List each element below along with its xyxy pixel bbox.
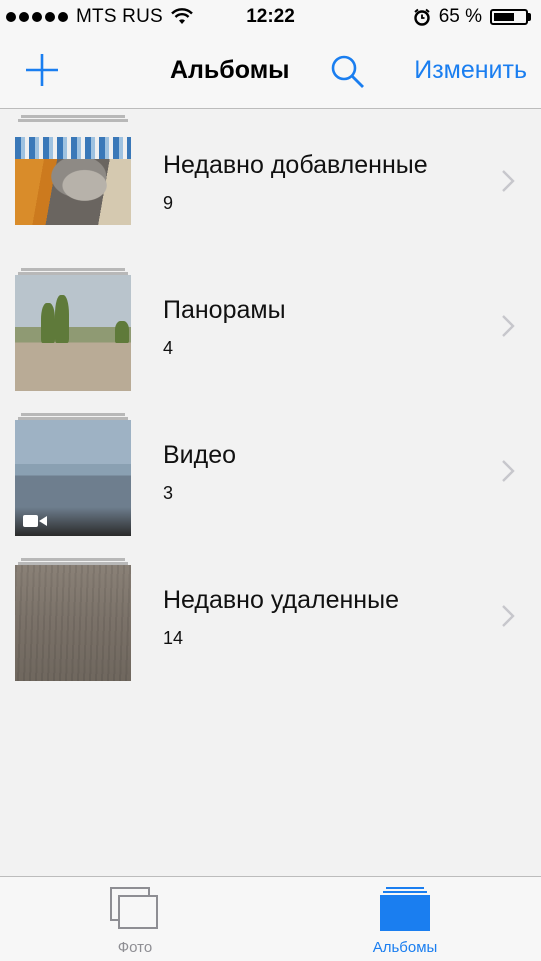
- battery-percent: 65 %: [438, 6, 482, 27]
- chevron-right-icon: [502, 460, 515, 482]
- album-list: Недавно добавленные 9 Панорамы 4 Видео 3…: [0, 109, 541, 689]
- alarm-icon: [413, 8, 430, 26]
- photos-tab-icon: [110, 887, 158, 929]
- navigation-bar: Альбомы Изменить: [0, 36, 541, 109]
- tab-photos-label: Фото: [117, 939, 153, 956]
- album-count: 3: [163, 483, 174, 503]
- album-count: 9: [163, 193, 174, 213]
- tab-albums[interactable]: Альбомы: [270, 877, 540, 961]
- tab-photos[interactable]: Фото: [0, 877, 270, 961]
- chevron-right-icon: [502, 605, 515, 627]
- albums-tab-icon: [380, 887, 430, 931]
- album-name: Недавно удаленные: [163, 586, 399, 614]
- chevron-right-icon: [502, 315, 515, 337]
- album-row-recently-deleted[interactable]: Недавно удаленные 14: [0, 544, 541, 689]
- wood-texture-thumbnail: [15, 565, 131, 681]
- plus-icon[interactable]: [22, 50, 62, 90]
- cat-thumbnail: [15, 137, 131, 225]
- battery-icon: [490, 9, 531, 25]
- album-row-panoramas[interactable]: Панорамы 4: [0, 254, 541, 399]
- album-name: Видео: [163, 441, 237, 469]
- album-row-videos[interactable]: Видео 3: [0, 399, 541, 544]
- panorama-thumbnail: [15, 275, 131, 391]
- tab-albums-label: Альбомы: [372, 939, 438, 956]
- album-name: Панорамы: [163, 296, 286, 324]
- status-bar: MTS RUS 12:22 65 %: [0, 0, 541, 36]
- status-right: 65 %: [413, 6, 531, 28]
- tab-bar: Фото Альбомы: [0, 876, 541, 961]
- edit-button[interactable]: Изменить: [414, 56, 527, 85]
- page-title: Альбомы: [170, 56, 290, 84]
- video-thumbnail: [15, 420, 131, 536]
- album-name: Недавно добавленные: [163, 151, 428, 179]
- video-camera-icon: [23, 515, 47, 527]
- album-count: 4: [163, 338, 174, 358]
- chevron-right-icon: [502, 170, 515, 192]
- album-count: 14: [163, 628, 184, 648]
- album-row-recently-added[interactable]: Недавно добавленные 9: [0, 109, 541, 254]
- search-icon[interactable]: [328, 52, 368, 92]
